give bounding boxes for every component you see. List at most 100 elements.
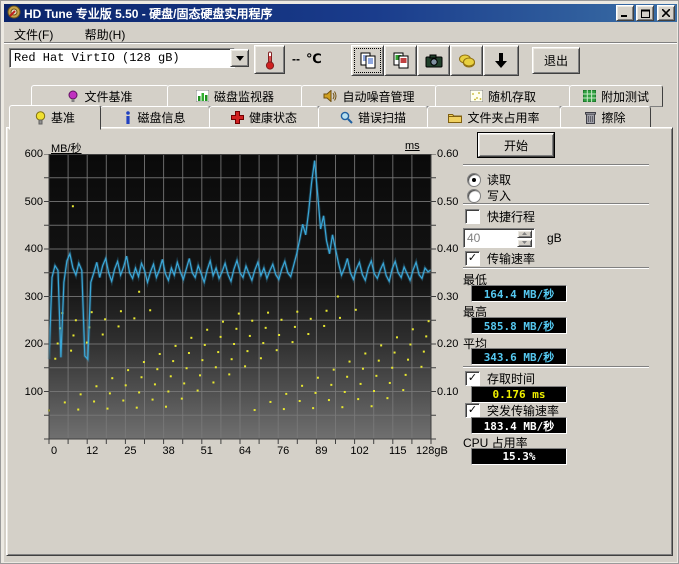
short-stroke-size-field[interactable] <box>463 228 535 248</box>
x-tick-label: 51 <box>187 445 227 457</box>
close-icon <box>662 9 670 17</box>
x-tick-label: 76 <box>263 445 303 457</box>
y-right-axis-unit: ms <box>405 140 420 152</box>
app-window: HD Tune 专业版 5.50 - 硬盘/固态硬盘实用程序 文件(F) 帮助(… <box>0 0 679 564</box>
chevron-down-icon <box>236 56 244 61</box>
access-time-display: 0.176 ms <box>471 386 567 403</box>
x-tick-label: 25 <box>110 445 150 457</box>
tab-health[interactable]: 健康状态 <box>209 106 319 128</box>
spinner-down-button[interactable] <box>517 239 532 247</box>
menu-separator <box>4 42 677 44</box>
title-bar[interactable]: HD Tune 专业版 5.50 - 硬盘/固态硬盘实用程序 <box>4 4 677 22</box>
y-left-tick-label: 300 <box>13 291 43 303</box>
x-tick-label: 89 <box>301 445 341 457</box>
temperature-unit: ℃ <box>306 51 322 67</box>
benchmark-plot <box>44 154 438 446</box>
drive-select[interactable]: Red Hat VirtIO (128 gB) <box>9 48 235 68</box>
copy-image-button[interactable] <box>384 45 417 76</box>
separator-2 <box>463 203 649 205</box>
y-left-tick-label: 400 <box>13 243 43 255</box>
checkbox-checked-icon: ✓ <box>465 371 480 386</box>
drive-select-value: Red Hat VirtIO (128 gB) <box>14 51 180 65</box>
write-radio[interactable]: 写入 <box>467 187 511 204</box>
close-button[interactable] <box>657 5 675 21</box>
read-radio[interactable]: 读取 <box>467 171 511 188</box>
file-benchmark-icon <box>67 90 79 103</box>
y-right-tick-label: 0.10 <box>437 386 467 398</box>
window-title: HD Tune 专业版 5.50 - 硬盘/固态硬盘实用程序 <box>24 5 272 22</box>
separator-1 <box>463 164 649 166</box>
maximize-button[interactable] <box>636 5 654 21</box>
temperature-button[interactable] <box>254 45 285 74</box>
camera-icon <box>425 54 443 68</box>
x-tick-label: 102 <box>340 445 380 457</box>
x-tick-label: 12 <box>72 445 112 457</box>
x-tick-label: 38 <box>149 445 189 457</box>
y-left-tick-label: 100 <box>13 386 43 398</box>
y-right-tick-label: 0.50 <box>437 196 467 208</box>
start-button[interactable]: 开始 <box>478 133 554 157</box>
checkbox-unchecked-icon <box>465 209 480 224</box>
checkbox-checked-icon: ✓ <box>465 251 480 266</box>
disk-monitor-icon <box>196 90 209 102</box>
radio-unselected-icon <box>467 189 481 203</box>
min-value-display: 164.4 MB/秒 <box>471 285 567 302</box>
tab-error-scan[interactable]: 错误扫描 <box>318 106 428 128</box>
radio-selected-icon <box>467 173 481 187</box>
short-stroke-checkbox[interactable]: 快捷行程 <box>465 208 535 225</box>
tab-erase[interactable]: 擦除 <box>560 106 651 128</box>
spinner-down-icon <box>522 241 527 244</box>
tab-acoustic-management[interactable]: 自动噪音管理 <box>301 85 437 107</box>
y-right-tick-label: 0.60 <box>437 148 467 160</box>
copy-text-button[interactable] <box>351 45 384 76</box>
tab-file-benchmark[interactable]: 文件基准 <box>31 85 169 107</box>
bulb-icon <box>35 111 46 125</box>
magnifier-icon <box>340 111 353 124</box>
access-time-checkbox[interactable]: ✓ 存取时间 <box>465 370 535 387</box>
benchmark-chart-svg <box>44 154 438 446</box>
y-left-tick-label: 600 <box>13 148 43 160</box>
maximize-icon <box>641 9 650 18</box>
speaker-icon <box>323 90 337 102</box>
tab-extra-tests[interactable]: 附加测试 <box>569 85 663 107</box>
trash-icon <box>585 111 596 124</box>
y-left-tick-label: 500 <box>13 196 43 208</box>
tab-disk-info[interactable]: 磁盘信息 <box>100 106 210 128</box>
checkbox-checked-icon: ✓ <box>465 403 480 418</box>
y-right-tick-label: 0.30 <box>437 291 467 303</box>
x-tick-label: 115 <box>378 445 418 457</box>
save-results-button[interactable] <box>483 45 519 76</box>
short-stroke-unit: gB <box>547 231 562 245</box>
y-right-tick-label: 0.40 <box>437 243 467 255</box>
buy-button[interactable] <box>450 45 483 76</box>
temperature-value: -- <box>292 52 300 66</box>
spinner-up-icon <box>522 232 527 235</box>
spinner-up-button[interactable] <box>517 230 532 238</box>
tab-folder-usage[interactable]: 文件夹占用率 <box>427 106 561 128</box>
minimize-icon <box>621 9 629 17</box>
info-icon <box>124 111 132 124</box>
burst-rate-display: 183.4 MB/秒 <box>471 417 567 434</box>
x-tick-label: 0 <box>34 445 74 457</box>
download-icon <box>494 52 508 70</box>
short-stroke-size-input[interactable] <box>464 230 515 246</box>
app-icon <box>7 5 21 22</box>
cpu-usage-display: 15.3% <box>471 448 567 465</box>
screenshot-button[interactable] <box>417 45 450 76</box>
x-tick-label: 128gB <box>416 445 456 457</box>
drive-select-dropdown-button[interactable] <box>230 49 249 67</box>
transfer-rate-checkbox[interactable]: ✓ 传输速率 <box>465 250 535 267</box>
copy-image-icon <box>393 52 409 69</box>
separator-3 <box>463 267 649 269</box>
coins-icon <box>458 53 476 69</box>
folder-icon <box>448 112 462 123</box>
thermometer-icon <box>264 50 276 70</box>
random-access-icon <box>470 90 483 102</box>
extra-tests-icon <box>583 90 596 102</box>
tab-disk-monitor[interactable]: 磁盘监视器 <box>167 85 303 107</box>
minimize-button[interactable] <box>616 5 634 21</box>
exit-button[interactable]: 退出 <box>532 47 580 74</box>
y-left-tick-label: 200 <box>13 338 43 350</box>
tab-random-access[interactable]: 随机存取 <box>435 85 571 107</box>
tab-benchmark[interactable]: 基准 <box>9 105 101 130</box>
